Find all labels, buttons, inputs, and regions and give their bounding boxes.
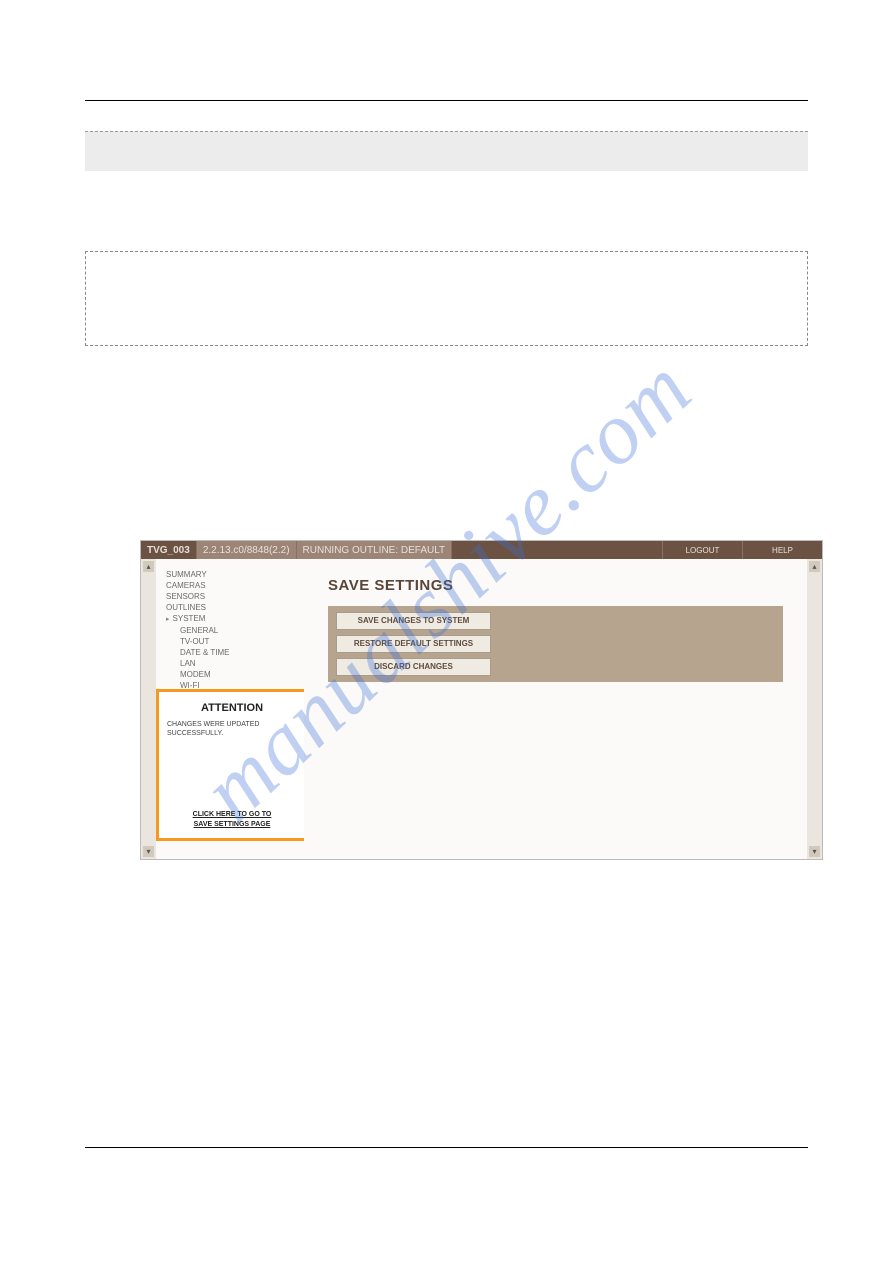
device-title: TVG_003 [141,541,197,559]
nav-datetime[interactable]: DATE & TIME [166,647,298,658]
attention-box: ATTENTION CHANGES WERE UPDATED SUCCESSFU… [156,689,308,841]
header-rule [85,100,808,101]
top-bar: TVG_003 2.2.13.c0/8848(2.2) RUNNING OUTL… [141,541,822,559]
topbar-spacer [452,541,662,559]
scroll-up-icon[interactable]: ▴ [143,561,154,572]
nav-cameras[interactable]: CAMERAS [166,580,298,591]
scroll-up-icon[interactable]: ▴ [809,561,820,572]
save-changes-button[interactable]: SAVE CHANGES TO SYSTEM [336,612,491,630]
restore-defaults-button[interactable]: RESTORE DEFAULT SETTINGS [336,635,491,653]
help-button[interactable]: HELP [742,541,822,559]
button-strip: SAVE CHANGES TO SYSTEM RESTORE DEFAULT S… [328,606,783,682]
attention-link-line1: CLICK HERE TO GO TO [193,811,272,818]
nav-general[interactable]: GENERAL [166,625,298,636]
logout-button[interactable]: LOGOUT [662,541,742,559]
nav-outlines[interactable]: OUTLINES [166,602,298,613]
attention-message: CHANGES WERE UPDATED SUCCESSFULLY. [167,720,297,738]
scroll-down-icon[interactable]: ▾ [809,846,820,857]
nav-system[interactable]: SYSTEM [166,613,298,625]
running-outline-label: RUNNING OUTLINE: DEFAULT [297,541,453,559]
screenshot-figure: TVG_003 2.2.13.c0/8848(2.2) RUNNING OUTL… [140,540,823,860]
discard-changes-button[interactable]: DISCARD CHANGES [336,658,491,676]
nav-modem[interactable]: MODEM [166,669,298,680]
note-box [85,251,808,346]
attention-link[interactable]: CLICK HERE TO GO TO SAVE SETTINGS PAGE [159,810,305,830]
right-scrollbar[interactable]: ▴ ▾ [807,559,822,859]
attention-link-line2: SAVE SETTINGS PAGE [194,821,271,828]
left-scrollbar[interactable]: ▴ ▾ [141,559,156,859]
main-pane: SAVE SETTINGS SAVE CHANGES TO SYSTEM RES… [304,559,807,859]
navigation-pane: SUMMARY CAMERAS SENSORS OUTLINES SYSTEM … [156,559,304,859]
nav-summary[interactable]: SUMMARY [166,569,298,580]
scroll-down-icon[interactable]: ▾ [143,846,154,857]
nav-lan[interactable]: LAN [166,658,298,669]
footer-rule [85,1147,808,1148]
version-label: 2.2.13.c0/8848(2.2) [197,541,297,559]
header-band [85,131,808,171]
nav-tvout[interactable]: TV-OUT [166,636,298,647]
body-area: ▴ ▾ SUMMARY CAMERAS SENSORS OUTLINES SYS… [141,559,822,859]
nav-sensors[interactable]: SENSORS [166,591,298,602]
attention-title: ATTENTION [167,702,297,714]
page-title: SAVE SETTINGS [328,577,783,594]
